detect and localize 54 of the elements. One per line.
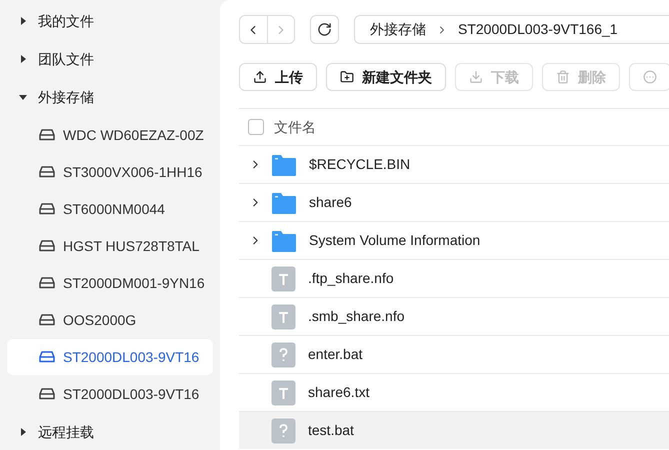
folder-icon bbox=[271, 228, 297, 252]
file-name: System Volume Information bbox=[309, 231, 480, 250]
drive-icon bbox=[39, 129, 55, 141]
folder-icon bbox=[271, 190, 297, 214]
folder-plus-icon bbox=[340, 70, 354, 84]
sidebar-group[interactable]: 外接存储 bbox=[0, 78, 220, 116]
refresh-icon bbox=[317, 22, 332, 37]
download-icon bbox=[469, 70, 483, 84]
drive-icon bbox=[39, 166, 55, 178]
sidebar-item[interactable]: ST2000DL003-9VT16 bbox=[7, 376, 213, 412]
text-file-icon bbox=[271, 304, 296, 330]
unknown-file-icon bbox=[271, 418, 296, 444]
caret-right-icon[interactable] bbox=[18, 16, 28, 26]
caret-down-icon[interactable] bbox=[18, 92, 28, 102]
caret-right-icon[interactable] bbox=[18, 54, 28, 64]
drive-icon bbox=[39, 351, 55, 363]
sidebar-item[interactable]: OOS2000G bbox=[7, 302, 213, 338]
drive-icon bbox=[39, 388, 55, 400]
sidebar-group[interactable]: 我的文件 bbox=[0, 2, 220, 40]
sidebar-item[interactable]: ST2000DM001-9YN16 bbox=[7, 265, 213, 301]
file-name: $RECYCLE.BIN bbox=[309, 155, 410, 174]
more-icon bbox=[643, 70, 657, 84]
file-row[interactable]: test.bat bbox=[239, 411, 669, 449]
breadcrumb-item[interactable]: ST2000DL003-9VT166_1 bbox=[458, 19, 618, 40]
drive-icon bbox=[39, 240, 55, 252]
trash-icon bbox=[556, 70, 570, 84]
sidebar-group[interactable]: 远程挂载 bbox=[0, 413, 220, 450]
file-name: share6.txt bbox=[308, 383, 370, 402]
file-name: enter.bat bbox=[308, 345, 362, 364]
caret-right-icon[interactable] bbox=[18, 427, 28, 437]
file-name: share6 bbox=[309, 193, 352, 212]
drive-icon bbox=[39, 203, 55, 215]
drive-icon bbox=[39, 314, 55, 326]
toolbar-button[interactable]: 上传 bbox=[239, 63, 317, 91]
sidebar-item[interactable]: ST2000DL003-9VT16 bbox=[7, 339, 213, 375]
column-header[interactable]: 文件名 bbox=[274, 116, 316, 138]
sidebar-group[interactable]: 团队文件 bbox=[0, 40, 220, 78]
refresh-button[interactable] bbox=[310, 15, 339, 44]
sidebar-item[interactable]: ST6000NM0044 bbox=[7, 191, 213, 227]
unknown-file-icon bbox=[271, 342, 296, 368]
sidebar-item[interactable]: WDC WD60EZAZ-00Z bbox=[7, 117, 213, 153]
text-file-icon bbox=[271, 380, 296, 406]
file-name: .ftp_share.nfo bbox=[308, 269, 394, 288]
sidebar-item[interactable]: HGST HUS728T8TAL bbox=[7, 228, 213, 264]
folder-icon bbox=[271, 152, 297, 176]
file-name: .smb_share.nfo bbox=[308, 307, 404, 326]
upload-icon bbox=[253, 70, 267, 84]
toolbar-button[interactable]: 新建文件夹 bbox=[326, 63, 446, 91]
select-all-checkbox[interactable] bbox=[248, 119, 264, 135]
drive-icon bbox=[39, 277, 55, 289]
text-file-icon bbox=[271, 266, 296, 292]
sidebar-item[interactable]: ST3000VX006-1HH16 bbox=[7, 154, 213, 190]
file-name: test.bat bbox=[308, 421, 354, 440]
breadcrumb-item[interactable]: 外接存储 bbox=[370, 19, 426, 40]
